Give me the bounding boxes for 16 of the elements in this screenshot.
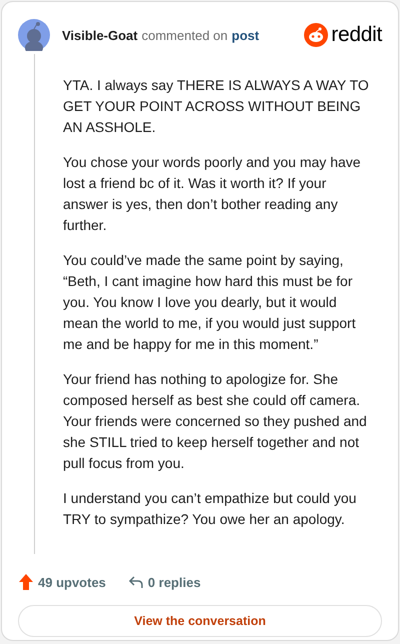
comment-paragraph: Your friend has nothing to apologize for. She composed herself as best she could off camera. Your friends were concerned so they pushed and she STILL tried to keep herself together and not pull focus from you. [63,370,368,473]
comment-paragraph: You could’ve made the same point by saying, “Beth, I cant imagine how hard this must be for you. You know I love you dearly, but it would mean the world to me, if you would just support me and be happy for me in this moment.” [63,251,357,354]
upvote-arrow-icon[interactable] [18,573,34,591]
view-conversation-button[interactable]: View the conversation [18,605,382,637]
upvote-count: 49 upvotes [38,574,106,590]
reply-count: 0 replies [148,574,201,590]
action-text: commented on [142,28,228,42]
post-link[interactable]: post [232,28,260,42]
comment-paragraph: You chose your words poorly and you may have lost a friend bc of it. Was it worth it? If your answer is yes, then don’t bother reading any further. [63,153,362,235]
reply-arrow-icon[interactable] [128,575,144,589]
brand-name: reddit [331,23,382,47]
avatar-icon [18,19,50,51]
comment-paragraph: YTA. I always say THERE IS ALWAYS A WAY TO GET YOUR POINT ACROSS WITHOUT BEING AN ASSHOLE. [63,76,370,137]
author-name: Visible-Goat [62,28,138,42]
alien-logo-icon [304,23,328,47]
comment-paragraph: I understand you can’t empathize but could you TRY to sympathize? You owe her an apology. [63,489,358,529]
